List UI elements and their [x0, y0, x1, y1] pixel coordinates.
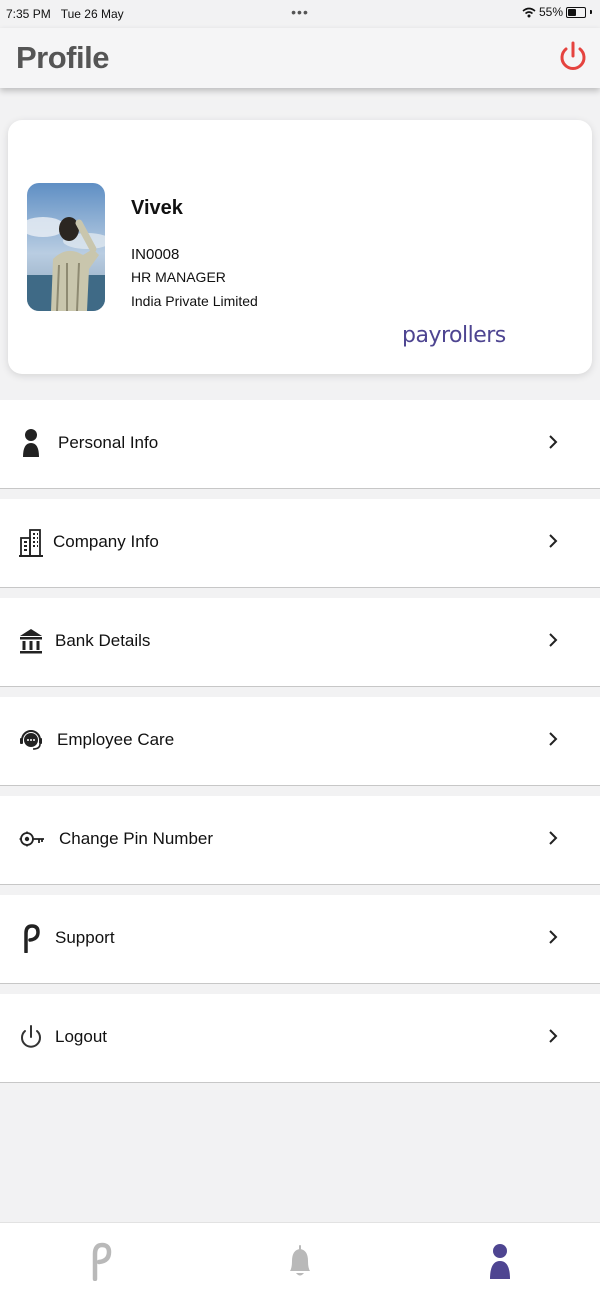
menu-item-change-pin[interactable]: Change Pin Number	[0, 796, 600, 885]
chevron-right-icon	[549, 534, 558, 548]
battery-percent: 55%	[538, 5, 563, 19]
menu-label-company-info: Company Info	[53, 532, 159, 551]
menu-item-support[interactable]: Support	[0, 895, 600, 984]
home-p-icon[interactable]	[80, 1241, 120, 1281]
person-icon	[23, 429, 39, 457]
app-header: Profile	[0, 28, 600, 88]
employee-company: India Private Limited	[131, 293, 258, 309]
bottom-nav	[0, 1222, 600, 1300]
menu-item-logout[interactable]: Logout	[0, 994, 600, 1083]
chevron-right-icon	[549, 930, 558, 944]
page-title: Profile	[16, 40, 109, 75]
building-icon	[19, 529, 43, 557]
support-p-icon	[24, 924, 40, 953]
menu-label-change-pin: Change Pin Number	[59, 829, 214, 848]
menu-item-bank-details[interactable]: Bank Details	[0, 598, 600, 687]
multitasking-dots-icon[interactable]: •••	[0, 4, 600, 20]
menu-item-company-info[interactable]: Company Info	[0, 499, 600, 588]
chevron-right-icon	[549, 732, 558, 746]
wifi-icon	[522, 7, 536, 17]
bell-icon[interactable]	[280, 1241, 320, 1281]
menu-label-support: Support	[55, 928, 115, 947]
menu-item-personal-info[interactable]: Personal Info	[0, 400, 600, 489]
menu-label-logout: Logout	[55, 1027, 107, 1046]
menu-label-employee-care: Employee Care	[57, 730, 175, 749]
power-icon[interactable]	[558, 40, 588, 74]
status-bar: 7:35 PM Tue 26 May ••• 55%	[0, 0, 600, 28]
chevron-right-icon	[549, 435, 558, 449]
brand-logo: payrollers	[402, 323, 506, 348]
avatar[interactable]	[27, 183, 105, 311]
chevron-right-icon	[549, 1029, 558, 1043]
employee-designation: HR MANAGER	[131, 269, 226, 285]
menu-item-employee-care[interactable]: Employee Care	[0, 697, 600, 786]
menu-label-personal-info: Personal Info	[58, 433, 159, 452]
employee-name: Vivek	[131, 197, 183, 219]
profile-icon[interactable]	[480, 1241, 520, 1281]
battery-icon	[566, 6, 586, 18]
headset-icon	[20, 730, 42, 750]
chevron-right-icon	[549, 831, 558, 845]
chevron-right-icon	[549, 633, 558, 647]
profile-card: Vivek IN0008 HR MANAGER India Private Li…	[8, 120, 592, 374]
key-icon	[19, 831, 44, 847]
employee-id: IN0008	[131, 246, 180, 263]
menu-label-bank-details: Bank Details	[55, 631, 151, 650]
bank-icon	[20, 629, 42, 654]
power-icon	[21, 1025, 41, 1048]
